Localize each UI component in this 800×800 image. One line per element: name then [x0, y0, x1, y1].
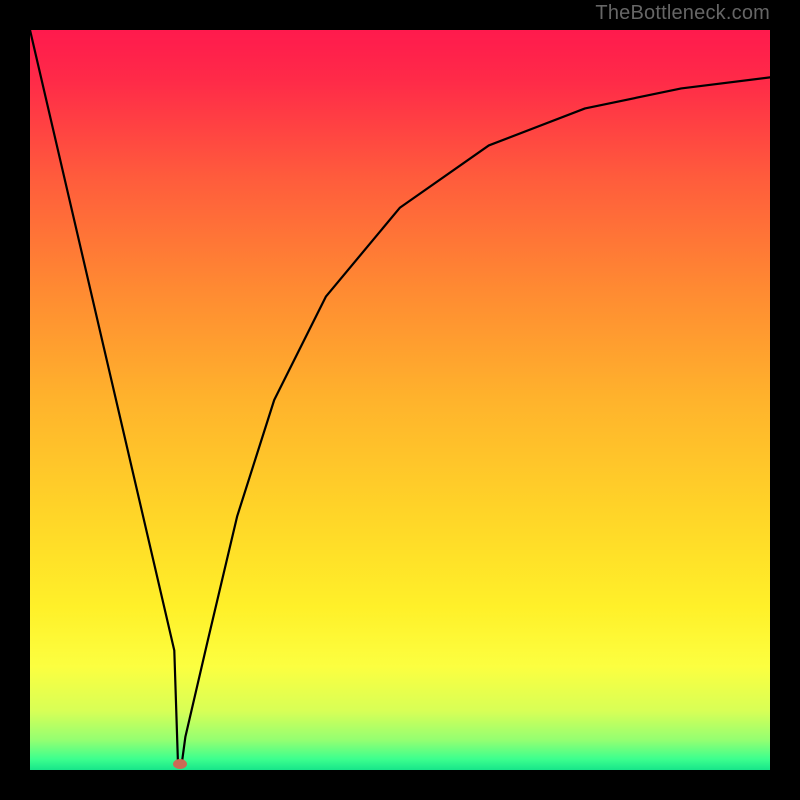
plot-area — [30, 30, 770, 770]
watermark-text: TheBottleneck.com — [595, 2, 770, 25]
chart-frame: TheBottleneck.com — [0, 0, 800, 800]
bottleneck-marker — [173, 759, 187, 769]
bottleneck-curve — [30, 30, 770, 770]
